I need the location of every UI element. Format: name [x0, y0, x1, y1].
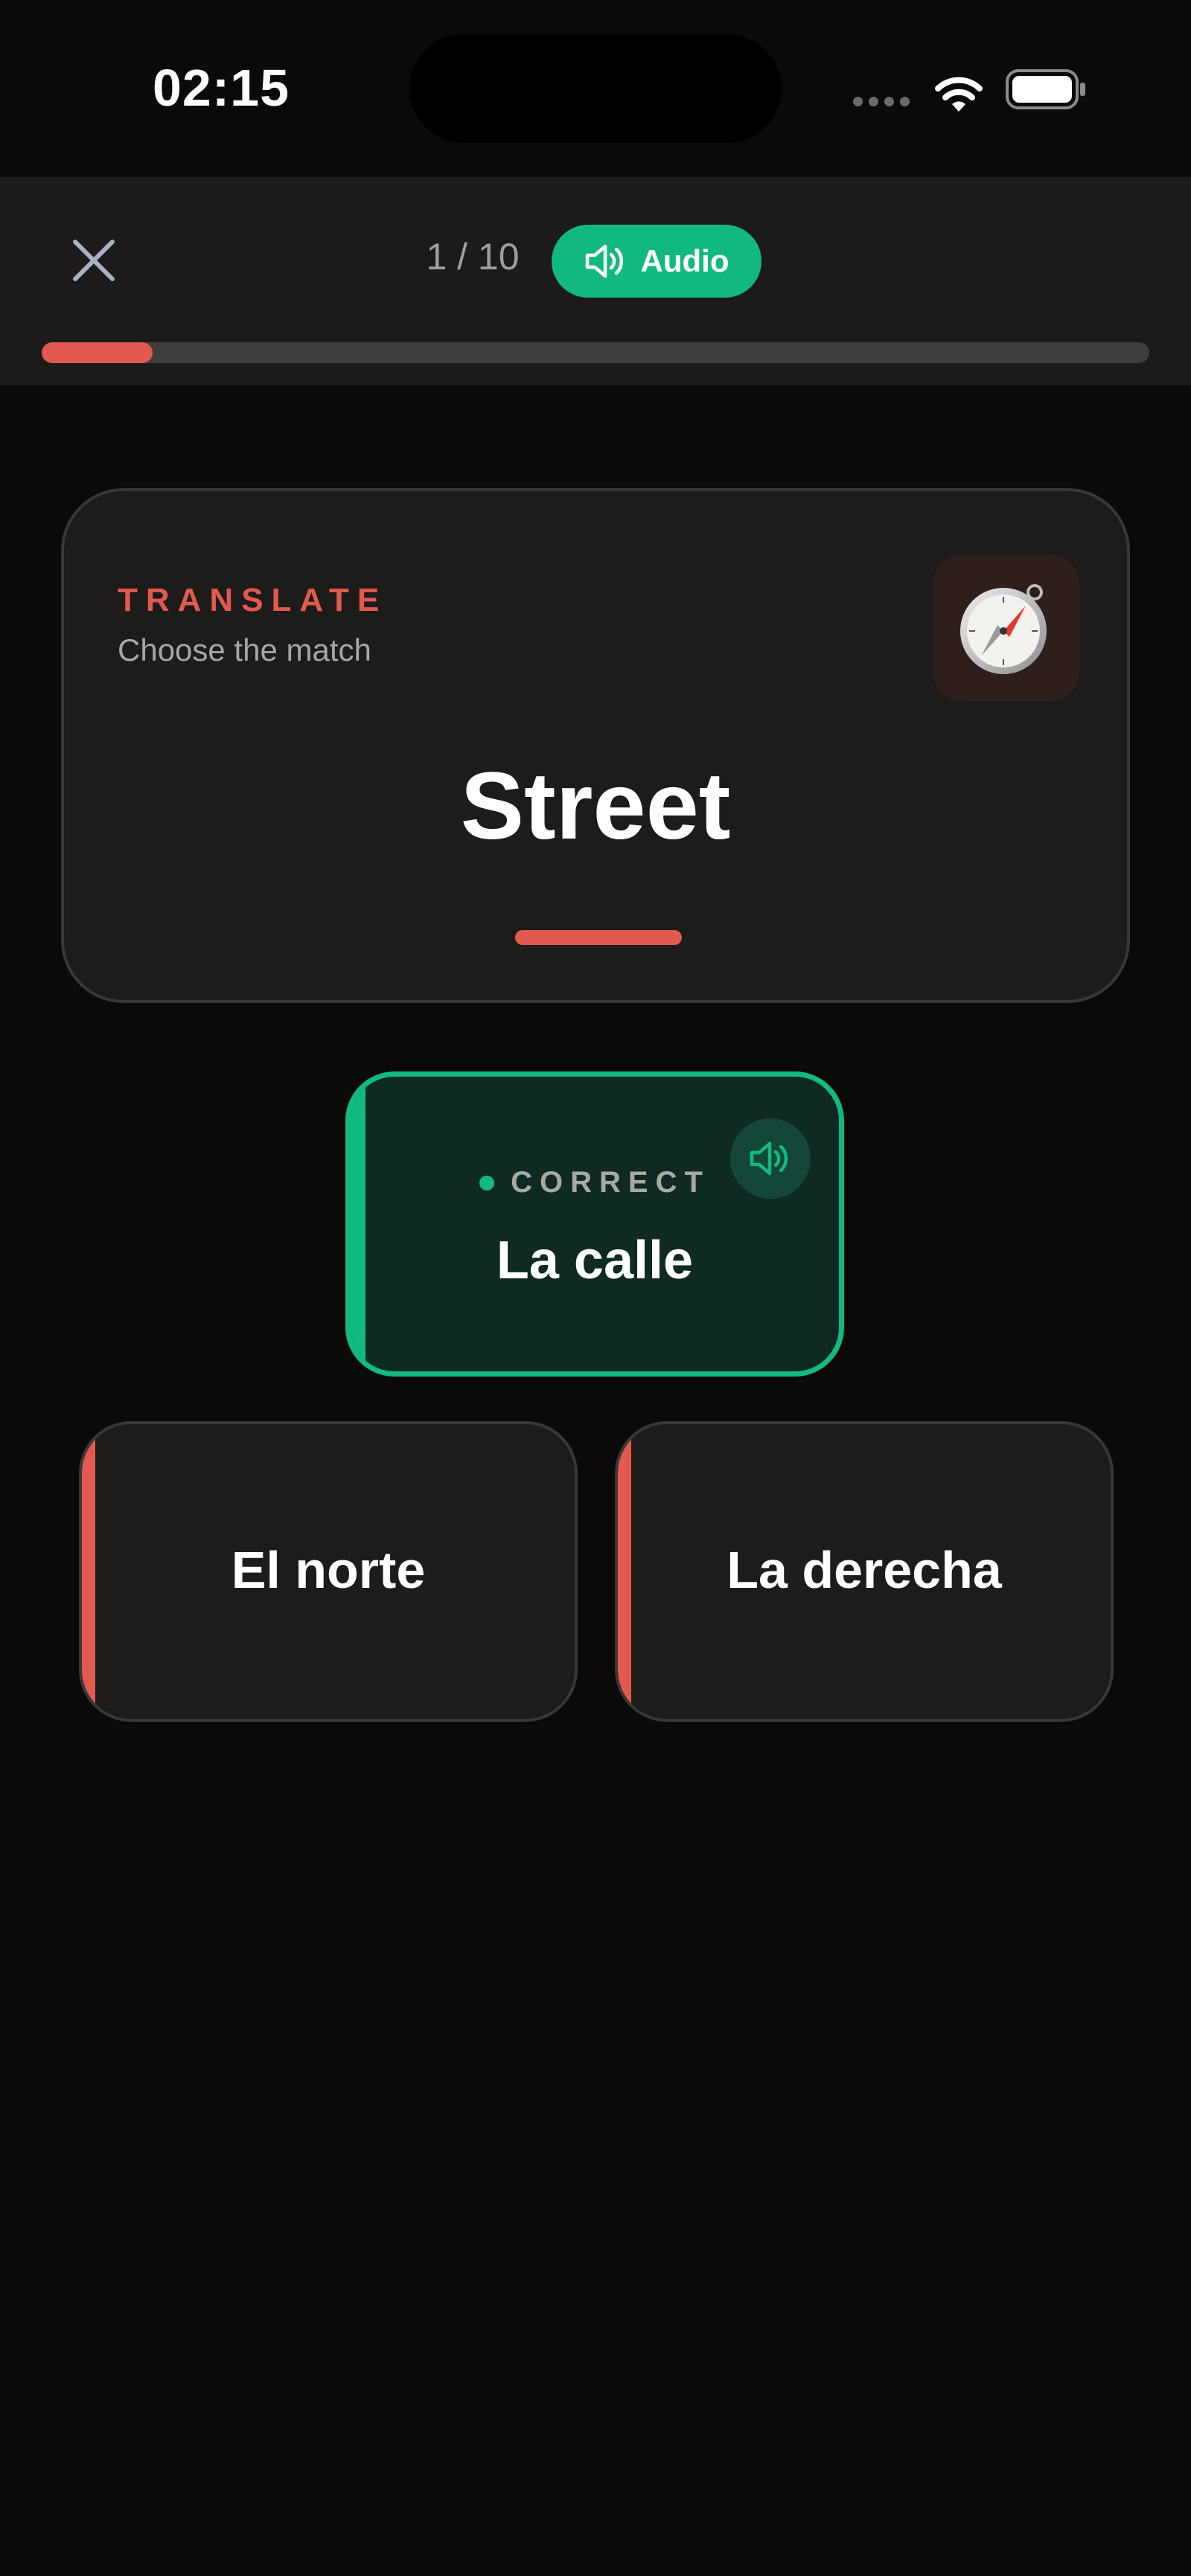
question-counter: 1 / 10 [426, 236, 520, 278]
dynamic-island [409, 34, 782, 143]
battery-icon [1006, 69, 1085, 109]
prompt-card: TRANSLATE Choose the match Street [61, 488, 1130, 1003]
answer-option-text: La derecha [727, 1541, 1002, 1599]
answer-option[interactable]: El norte [79, 1421, 578, 1722]
correct-status: CORRECT [351, 1166, 839, 1199]
close-button[interactable] [58, 225, 130, 296]
lesson-progress-fill [42, 342, 153, 363]
wifi-icon [935, 77, 983, 112]
option-accent-bar [351, 1077, 365, 1371]
status-dot [479, 1175, 495, 1191]
compass-icon [960, 584, 1047, 674]
prompt-word: Street [460, 753, 731, 859]
exercise-type-label: TRANSLATE [118, 582, 388, 618]
exercise-instruction: Choose the match [118, 632, 371, 667]
answer-option-correct[interactable]: CORRECT La calle [345, 1071, 844, 1377]
cellular-signal-icon [853, 97, 913, 107]
lesson-progress-bar [42, 342, 1149, 363]
status-time: 02:15 [153, 59, 290, 117]
close-icon [73, 240, 115, 281]
audio-label: Audio [640, 243, 729, 278]
prompt-underline [515, 930, 682, 945]
correct-answer-text: La calle [496, 1231, 694, 1290]
answer-option-text: El norte [231, 1541, 426, 1599]
answer-option[interactable]: La derecha [615, 1421, 1114, 1722]
status-bar: 02:15 [0, 0, 1191, 177]
audio-toggle-button[interactable]: Audio [552, 225, 761, 298]
speaker-icon [585, 244, 623, 278]
category-badge [933, 555, 1079, 701]
correct-status-label: CORRECT [511, 1166, 710, 1199]
